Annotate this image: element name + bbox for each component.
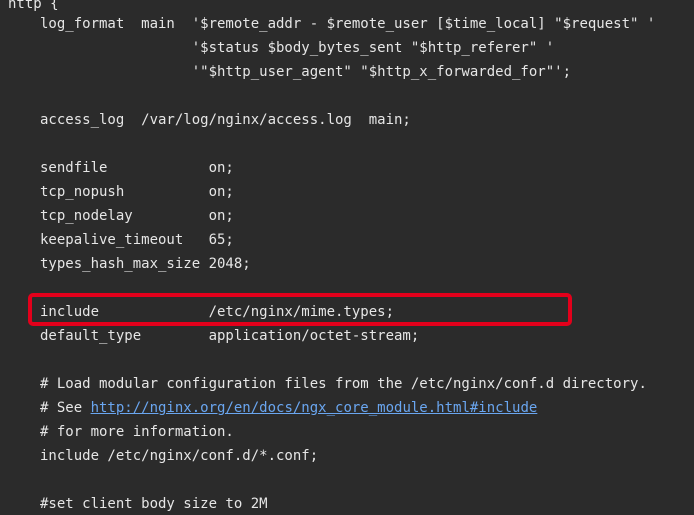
code-line-keepalive-timeout: keepalive_timeout 65;	[40, 232, 234, 248]
code-line-comment-client-body-size: #set client body size to 2M	[40, 496, 268, 512]
code-line-default-type: default_type application/octet-stream;	[40, 328, 420, 344]
code-line-include-conf-d: include /etc/nginx/conf.d/*.conf;	[40, 448, 319, 464]
code-line-comment-see: # See http://nginx.org/en/docs/ngx_core_…	[40, 396, 537, 420]
code-editor[interactable]: http { log_format main '$remote_addr - $…	[0, 0, 694, 515]
code-line-log-format-cont-1: '$status $body_bytes_sent "$http_referer…	[40, 40, 555, 56]
code-line-comment-more-info: # for more information.	[40, 424, 234, 440]
code-line-types-hash-max-size: types_hash_max_size 2048;	[40, 256, 251, 272]
code-line-log-format-cont-2: '"$http_user_agent" "$http_x_forwarded_f…	[40, 64, 572, 80]
code-line-comment-load-modular: # Load modular configuration files from …	[40, 376, 647, 392]
code-line-tcp-nopush: tcp_nopush on;	[40, 184, 234, 200]
code-line-tcp-nodelay: tcp_nodelay on;	[40, 208, 234, 224]
code-line-sendfile: sendfile on;	[40, 160, 234, 176]
code-line-access-log: access_log /var/log/nginx/access.log mai…	[40, 112, 411, 128]
nginx-docs-link[interactable]: http://nginx.org/en/docs/ngx_core_module…	[91, 400, 538, 416]
highlight-annotation-box	[28, 293, 572, 326]
code-line-log-format: log_format main '$remote_addr - $remote_…	[40, 16, 656, 32]
comment-prefix: # See	[40, 400, 91, 416]
